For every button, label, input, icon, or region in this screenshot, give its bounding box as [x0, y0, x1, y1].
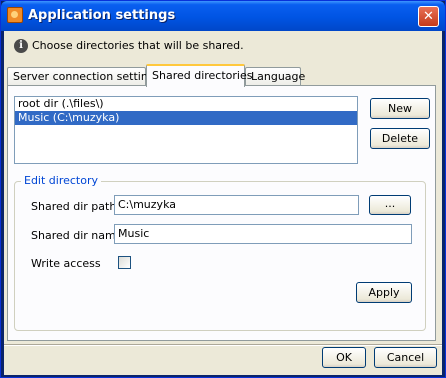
- dialog-body: i Choose directories that will be shared…: [4, 31, 442, 375]
- list-item-music[interactable]: Music (C:\muzyka): [15, 111, 357, 125]
- delete-button[interactable]: Delete: [370, 128, 430, 149]
- write-access-checkbox[interactable]: [118, 256, 131, 269]
- shared-dir-path-field[interactable]: C:\muzyka: [114, 195, 359, 215]
- footer-divider: [4, 344, 442, 346]
- info-text: Choose directories that will be shared.: [32, 39, 244, 52]
- close-button[interactable]: ✕: [418, 6, 439, 27]
- browse-button[interactable]: ...: [369, 195, 411, 215]
- tab-shared-directories[interactable]: Shared directories: [146, 64, 252, 87]
- title-bar[interactable]: Application settings ✕: [1, 1, 445, 31]
- write-access-label: Write access: [31, 257, 101, 270]
- edit-directory-group: Edit directory Shared dir path C:\muzyka…: [14, 174, 426, 331]
- apply-button[interactable]: Apply: [356, 282, 412, 303]
- list-item-root-dir[interactable]: root dir (.\files\): [15, 97, 357, 111]
- tab-language[interactable]: Language: [245, 67, 305, 87]
- window-title: Application settings: [28, 8, 176, 23]
- ok-button[interactable]: OK: [322, 347, 366, 368]
- info-icon: i: [14, 39, 28, 53]
- app-icon: [7, 7, 23, 23]
- shared-dir-name-field[interactable]: Music: [114, 224, 412, 244]
- shared-dir-name-label: Shared dir name: [31, 229, 123, 242]
- settings-window: Application settings ✕ i Choose director…: [0, 0, 446, 378]
- tab-server-connection-settings[interactable]: Server connection settings: [7, 67, 161, 87]
- shared-directories-list[interactable]: root dir (.\files\) Music (C:\muzyka): [14, 96, 358, 164]
- cancel-button[interactable]: Cancel: [374, 347, 437, 368]
- new-button[interactable]: New: [370, 98, 430, 119]
- shared-dir-path-label: Shared dir path: [31, 200, 117, 213]
- edit-directory-title: Edit directory: [21, 174, 102, 187]
- shared-directories-panel: root dir (.\files\) Music (C:\muzyka) Ne…: [7, 85, 436, 341]
